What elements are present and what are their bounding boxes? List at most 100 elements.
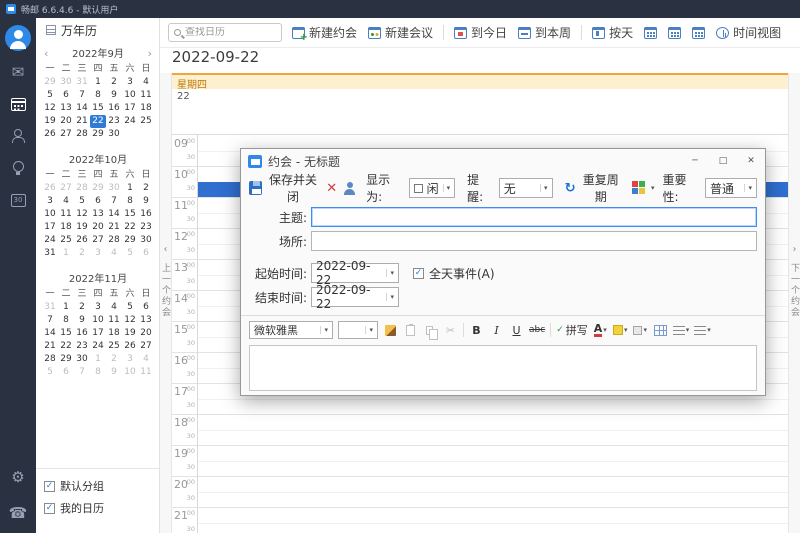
- mini-day[interactable]: 12: [74, 208, 90, 221]
- mini-day[interactable]: 18: [58, 221, 74, 234]
- toolbar-new-appointment-button[interactable]: 新建约会: [291, 22, 358, 43]
- sidebar-item-contacts[interactable]: [0, 122, 36, 150]
- mini-day[interactable]: 26: [122, 340, 138, 353]
- dialog-titlebar[interactable]: 约会 - 无标题 ─ □ ✕: [241, 149, 765, 173]
- mini-day[interactable]: 12: [42, 102, 58, 115]
- mini-day[interactable]: 28: [106, 234, 122, 247]
- mini-day[interactable]: 2: [106, 76, 122, 89]
- recurrence-button[interactable]: ↻ 重复周期: [565, 171, 622, 205]
- mini-day[interactable]: 8: [122, 195, 138, 208]
- copy-button[interactable]: [423, 322, 438, 338]
- mini-day[interactable]: 27: [58, 128, 74, 141]
- mini-day[interactable]: 10: [122, 366, 138, 379]
- mini-day[interactable]: 21: [42, 340, 58, 353]
- time-slot[interactable]: [198, 492, 788, 508]
- minimize-button[interactable]: ─: [681, 149, 709, 173]
- bold-button[interactable]: B: [469, 322, 484, 338]
- mini-day[interactable]: 20: [90, 221, 106, 234]
- mini-day[interactable]: 30: [138, 234, 154, 247]
- next-month-icon[interactable]: ›: [148, 47, 152, 61]
- mini-day[interactable]: 29: [90, 182, 106, 195]
- mini-day[interactable]: 15: [58, 327, 74, 340]
- mini-day[interactable]: 17: [122, 102, 138, 115]
- mini-day[interactable]: 23: [138, 221, 154, 234]
- mini-day[interactable]: 26: [42, 128, 58, 141]
- color-category-button[interactable]: ▾: [632, 181, 655, 195]
- checkbox-my-calendar[interactable]: ✓: [44, 503, 55, 514]
- mini-day[interactable]: 31: [42, 301, 58, 314]
- mini-day[interactable]: 19: [42, 115, 58, 128]
- mini-day[interactable]: 6: [138, 301, 154, 314]
- next-appointment-tab[interactable]: 下一个约会: [788, 263, 800, 318]
- window-titlebar[interactable]: 畅邮 6.6.4.6 - 默认用户: [0, 0, 800, 18]
- mini-day[interactable]: 26: [42, 182, 58, 195]
- mini-day[interactable]: 6: [58, 89, 74, 102]
- mini-day[interactable]: 21: [106, 221, 122, 234]
- mini-day[interactable]: 25: [58, 234, 74, 247]
- mini-day[interactable]: 16: [138, 208, 154, 221]
- toolbar-view-by-day-button[interactable]: 按天: [591, 22, 634, 43]
- format-painter-button[interactable]: [383, 322, 398, 338]
- mini-day[interactable]: 1: [58, 247, 74, 260]
- mini-day[interactable]: 5: [122, 247, 138, 260]
- italic-button[interactable]: I: [489, 322, 504, 338]
- time-slot[interactable]: [198, 461, 788, 477]
- start-date-select[interactable]: 2022-09-22 ▾: [311, 263, 399, 283]
- mini-day[interactable]: 22: [122, 221, 138, 234]
- mini-day[interactable]: 7: [42, 314, 58, 327]
- align-list-button[interactable]: ▾: [673, 322, 690, 338]
- show-as-select[interactable]: 闲 ▾: [409, 178, 456, 198]
- mini-day[interactable]: 9: [106, 89, 122, 102]
- sidebar-item-tools[interactable]: ⚙: [0, 463, 36, 491]
- mini-day[interactable]: 3: [90, 301, 106, 314]
- mini-day[interactable]: 7: [74, 366, 90, 379]
- paste-button[interactable]: [403, 322, 418, 338]
- mini-day[interactable]: 8: [90, 366, 106, 379]
- time-slot[interactable]: [198, 399, 788, 415]
- mini-day[interactable]: 27: [138, 340, 154, 353]
- underline-button[interactable]: U: [509, 322, 524, 338]
- mini-day[interactable]: 2: [74, 301, 90, 314]
- mini-day[interactable]: 28: [74, 128, 90, 141]
- mini-day[interactable]: 31: [42, 247, 58, 260]
- group-my-calendar[interactable]: ✓ 我的日历: [44, 497, 159, 519]
- mini-day[interactable]: 5: [122, 301, 138, 314]
- toolbar-view-month-button[interactable]: [691, 25, 706, 41]
- mini-day[interactable]: 27: [90, 234, 106, 247]
- time-slot[interactable]: [198, 523, 788, 533]
- mini-day[interactable]: 9: [106, 366, 122, 379]
- mini-day[interactable]: 13: [58, 102, 74, 115]
- mini-day[interactable]: 1: [90, 353, 106, 366]
- mini-day[interactable]: 5: [42, 366, 58, 379]
- checkbox-default-group[interactable]: ✓: [44, 481, 55, 492]
- mini-day[interactable]: 7: [74, 89, 90, 102]
- font-size-select[interactable]: ▾: [338, 321, 378, 339]
- mini-day[interactable]: 14: [106, 208, 122, 221]
- mini-day[interactable]: 2: [138, 182, 154, 195]
- mini-day[interactable]: 11: [106, 314, 122, 327]
- mini-day[interactable]: 6: [90, 195, 106, 208]
- font-family-select[interactable]: 微软雅黑 ▾: [249, 321, 333, 339]
- mini-day[interactable]: 30: [58, 76, 74, 89]
- next-appointment-arrow-icon[interactable]: ›: [793, 245, 797, 255]
- all-day-checkbox-row[interactable]: ✓ 全天事件(A): [413, 265, 495, 282]
- mini-day[interactable]: 4: [138, 76, 154, 89]
- highlight-button[interactable]: ▾: [613, 322, 628, 338]
- mini-day[interactable]: 17: [42, 221, 58, 234]
- sidebar-item-calendar[interactable]: [0, 90, 36, 118]
- mini-day[interactable]: 23: [74, 340, 90, 353]
- insert-table-button[interactable]: [653, 322, 668, 338]
- search-input[interactable]: [185, 27, 271, 38]
- previous-appointment-tab[interactable]: 上一个约会: [159, 263, 172, 318]
- toolbar-go-this-week-button[interactable]: 到本周: [517, 22, 572, 43]
- time-slot[interactable]: [198, 507, 788, 523]
- mini-day[interactable]: 8: [58, 314, 74, 327]
- mini-day[interactable]: 4: [58, 195, 74, 208]
- mini-day[interactable]: 10: [90, 314, 106, 327]
- mini-day[interactable]: 4: [138, 353, 154, 366]
- reminder-select[interactable]: 无 ▾: [499, 178, 553, 198]
- mini-day[interactable]: 11: [138, 89, 154, 102]
- mini-day[interactable]: 15: [122, 208, 138, 221]
- mini-day[interactable]: 18: [138, 102, 154, 115]
- mini-day[interactable]: 1: [122, 182, 138, 195]
